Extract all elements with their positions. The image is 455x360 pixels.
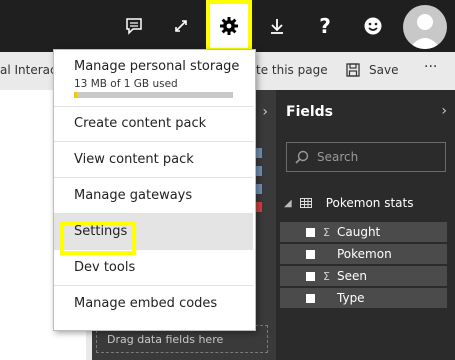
field-row-type[interactable]: Type — [280, 288, 447, 308]
table-node[interactable]: ◢ Pokemon stats — [284, 196, 413, 210]
collapse-triangle-icon[interactable]: ◢ — [284, 198, 292, 209]
field-label: Seen — [337, 269, 367, 283]
table-icon — [299, 198, 312, 208]
storage-progress-fill — [74, 92, 78, 98]
menu-item-manage-gateways[interactable]: Manage gateways — [54, 178, 253, 214]
field-label: Type — [337, 291, 365, 305]
save-label: Save — [369, 63, 399, 77]
sigma-icon: Σ — [323, 269, 330, 283]
comment-button[interactable] — [111, 0, 157, 52]
field-checkbox[interactable] — [306, 271, 315, 281]
table-name: Pokemon stats — [325, 196, 414, 210]
gear-icon — [220, 17, 238, 35]
help-button[interactable]: ? — [302, 0, 348, 52]
download-icon — [271, 19, 283, 34]
storage-title: Manage personal storage — [74, 59, 240, 74]
more-options-icon[interactable]: ··· — [424, 59, 437, 75]
settings-highlight-box — [60, 221, 136, 255]
field-row-seen[interactable]: Σ Seen — [280, 266, 447, 286]
field-checkbox[interactable] — [306, 227, 315, 237]
save-button[interactable]: Save — [346, 63, 398, 77]
settings-dropdown-menu: Manage personal storage 13 MB of 1 GB us… — [53, 49, 256, 331]
menu-item-create-content-pack[interactable]: Create content pack — [54, 106, 253, 142]
field-checkbox[interactable] — [306, 293, 315, 303]
user-avatar-icon — [409, 14, 441, 49]
storage-progress-bar — [74, 92, 233, 98]
field-label: Pokemon — [337, 247, 392, 261]
expand-icon — [175, 20, 187, 32]
fields-pane: Fields › Search ◢ Pokemon stats Σ Caught… — [276, 90, 455, 360]
field-checkbox[interactable] — [306, 249, 315, 259]
fields-pane-title: Fields — [286, 104, 334, 120]
fields-search-input[interactable]: Search — [286, 142, 446, 172]
storage-usage: 13 MB of 1 GB used — [74, 78, 178, 90]
feedback-button[interactable] — [350, 0, 396, 52]
field-row-pokemon[interactable]: Pokemon — [280, 244, 447, 264]
toolbar-duplicate-page-label[interactable]: te this page — [256, 63, 328, 77]
menu-item-manage-embed-codes[interactable]: Manage embed codes — [54, 286, 253, 322]
comment-icon — [126, 18, 142, 35]
top-bar: ? — [0, 0, 455, 52]
avatar[interactable] — [403, 5, 447, 49]
fullscreen-button[interactable] — [158, 0, 204, 52]
help-icon: ? — [319, 14, 331, 38]
search-placeholder: Search — [317, 150, 359, 164]
field-label: Caught — [337, 225, 381, 239]
menu-item-dev-tools[interactable]: Dev tools — [54, 250, 253, 286]
settings-button[interactable] — [206, 0, 252, 52]
download-button[interactable] — [254, 0, 300, 52]
viz-expand-chevron-icon[interactable]: › — [262, 104, 268, 120]
save-icon — [346, 63, 360, 77]
menu-item-view-content-pack[interactable]: View content pack — [54, 142, 253, 178]
smiley-icon — [364, 17, 382, 35]
sigma-icon: Σ — [323, 225, 330, 239]
fields-collapse-chevron-icon[interactable]: › — [441, 103, 447, 119]
manage-storage-item[interactable]: Manage personal storage 13 MB of 1 GB us… — [54, 50, 253, 107]
search-icon — [295, 150, 309, 164]
field-row-caught[interactable]: Σ Caught — [280, 222, 447, 242]
